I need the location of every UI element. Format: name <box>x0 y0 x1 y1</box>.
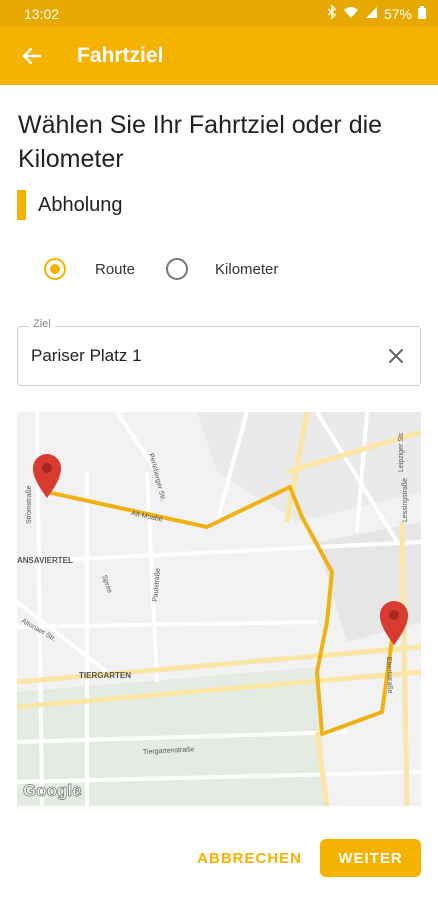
cancel-button[interactable]: ABBRECHEN <box>197 850 302 867</box>
close-icon <box>389 349 403 363</box>
wifi-icon <box>343 6 359 22</box>
map-label-street5: Spree <box>100 574 113 594</box>
radio-option-route[interactable]: Route <box>44 258 135 280</box>
app-bar: Fahrtziel <box>0 27 438 85</box>
route-map[interactable]: ANSAVIERTEL TIERGARTEN Stromstraße Alt-M… <box>17 412 421 806</box>
section-header: Abholung <box>17 190 123 220</box>
status-bar: 13:02 57% <box>0 0 438 27</box>
battery-percent: 57% <box>383 5 412 22</box>
action-bar: ABBRECHEN WEITER <box>197 839 421 877</box>
instruction-heading: Wählen Sie Ihr Fahrtziel oder die Kilome… <box>18 111 383 173</box>
radio-option-kilometer[interactable]: Kilometer <box>166 258 278 280</box>
status-icons: 57% <box>327 4 426 22</box>
radio-label-route: Route <box>95 260 136 278</box>
page-title: Fahrtziel <box>77 44 164 67</box>
map-label-street9: Leipziger Str. <box>398 431 405 472</box>
mode-radio-group: Route Kilometer <box>44 258 278 280</box>
section-label: Abholung <box>38 193 123 216</box>
map-label-area1: ANSAVIERTEL <box>17 556 73 565</box>
destination-value[interactable]: Pariser Platz 1 <box>31 346 142 366</box>
map-label-street8: Ebertstraße <box>385 657 393 694</box>
radio-label-kilometer: Kilometer <box>215 260 279 278</box>
radio-button-kilometer[interactable] <box>166 258 189 280</box>
map-label-area2: TIERGARTEN <box>79 671 131 680</box>
clear-button[interactable] <box>386 346 406 366</box>
bluetooth-icon <box>327 4 337 22</box>
next-button[interactable]: WEITER <box>320 839 421 877</box>
radio-button-route[interactable] <box>44 258 66 280</box>
battery-icon <box>418 5 426 22</box>
back-button[interactable] <box>18 42 46 70</box>
arrow-left-icon <box>22 47 42 65</box>
destination-label: Ziel <box>29 318 55 330</box>
map-label-street10: Lessingstraße <box>402 478 409 522</box>
status-time: 13:02 <box>24 6 60 22</box>
google-logo: Google <box>23 781 82 800</box>
signal-icon <box>365 6 378 22</box>
map-label-street1: Stromstraße <box>26 485 33 524</box>
map-canvas: ANSAVIERTEL TIERGARTEN Stromstraße Alt-M… <box>17 412 421 806</box>
destination-field[interactable]: Ziel Pariser Platz 1 <box>17 318 421 386</box>
section-accent-bar <box>17 190 26 220</box>
